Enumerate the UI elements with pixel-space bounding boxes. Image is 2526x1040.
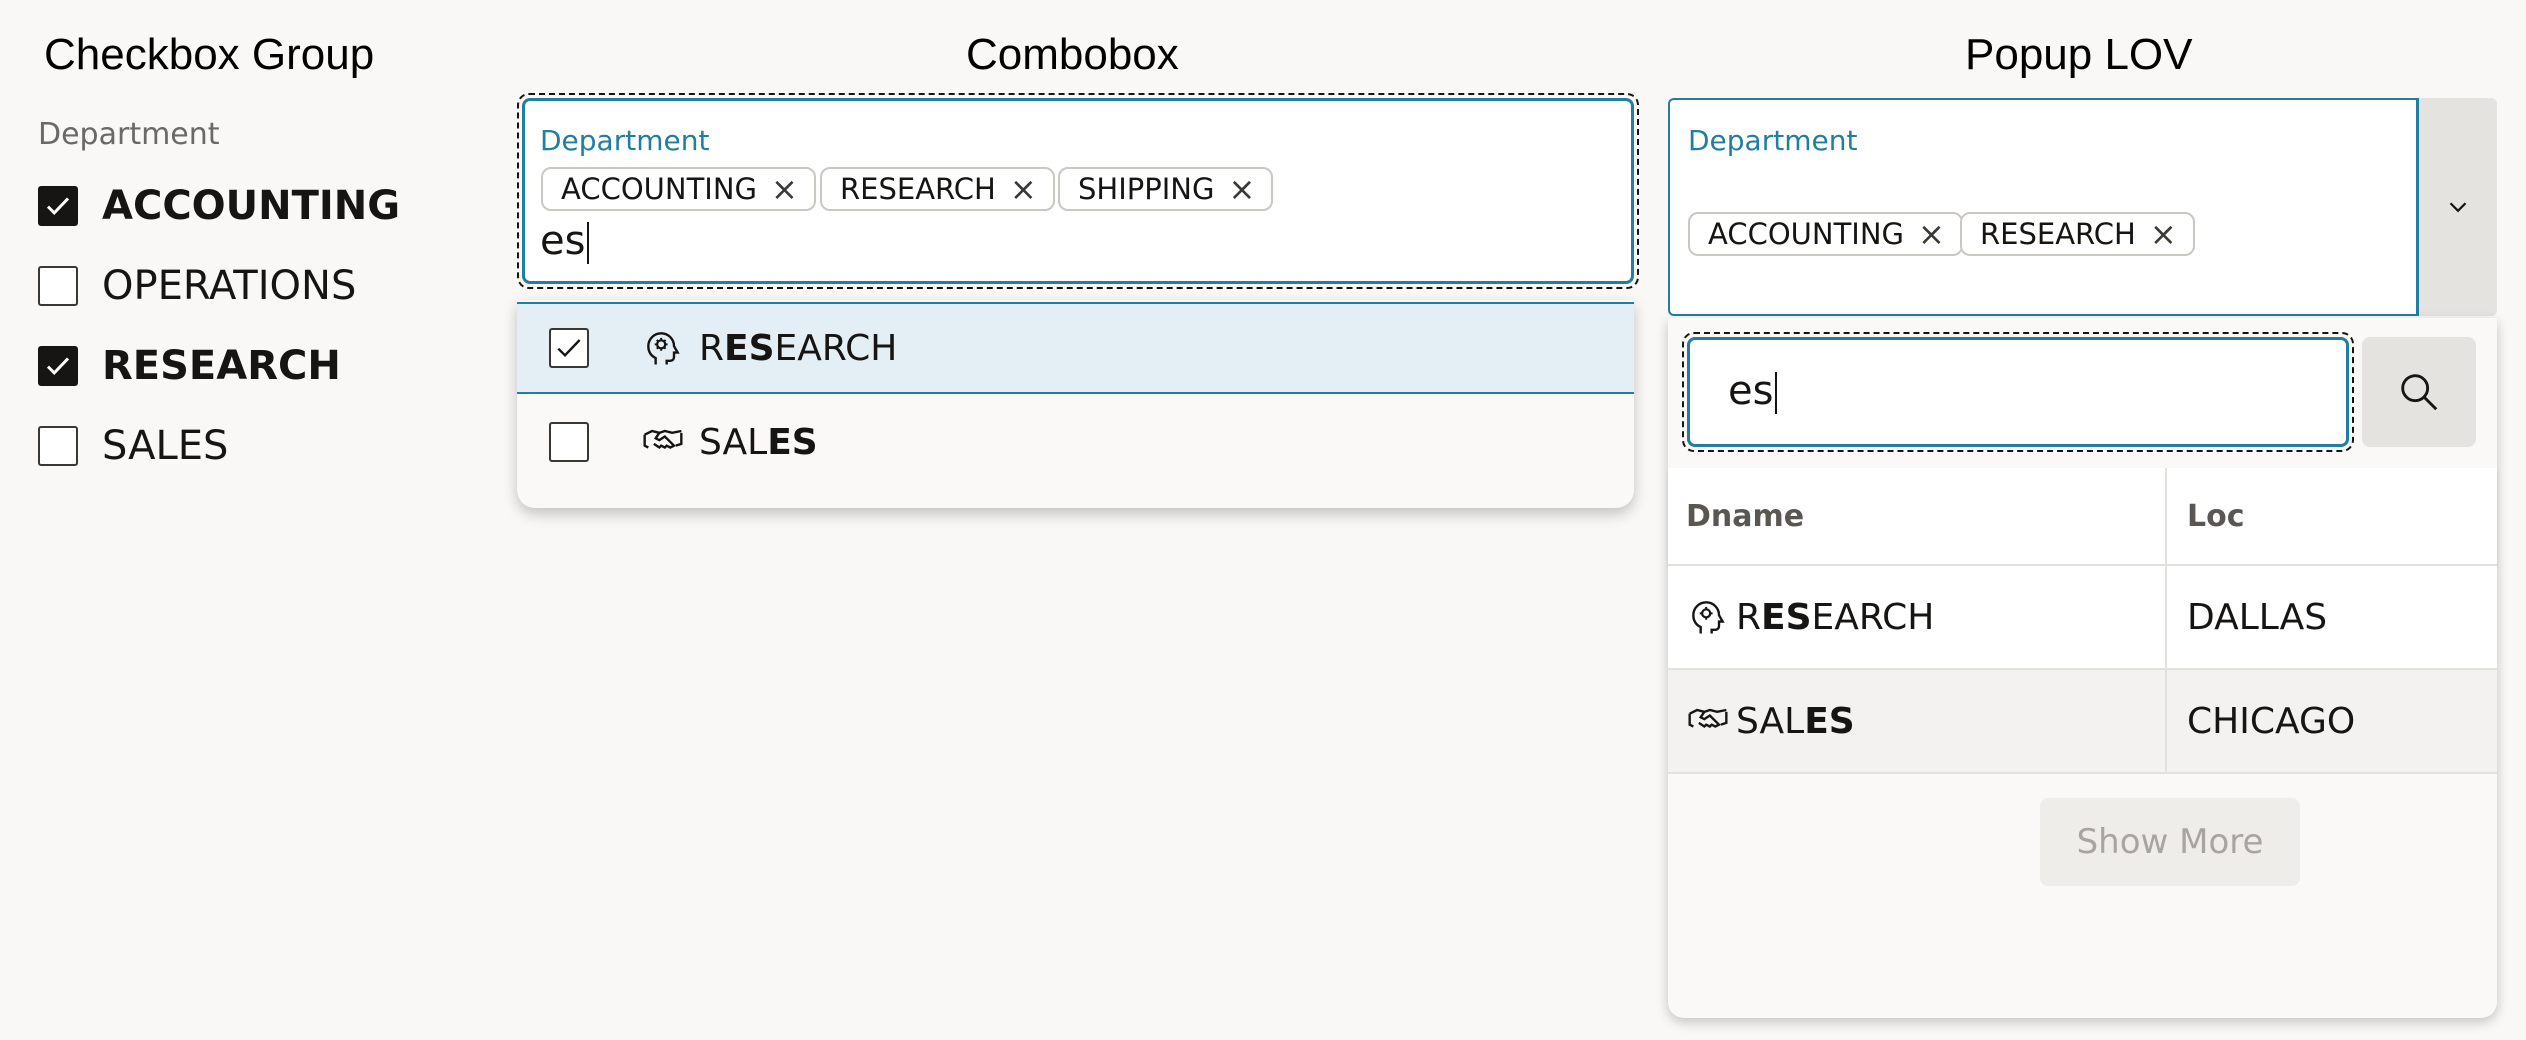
- combobox-chip-shipping[interactable]: SHIPPING ×: [1058, 167, 1274, 211]
- text-caret: [587, 222, 590, 264]
- combobox-input-value: es: [540, 218, 586, 264]
- table-cell-loc: CHICAGO: [2187, 700, 2356, 742]
- checkbox-label: RESEARCH: [102, 343, 341, 389]
- table-cell-dname: SAL ES: [1668, 670, 2167, 772]
- chip-label: ACCOUNTING: [1708, 217, 1905, 251]
- checkbox-accounting[interactable]: ACCOUNTING: [38, 176, 400, 236]
- table-header-row: Dname Loc: [1668, 468, 2497, 566]
- checkbox-checked-icon[interactable]: [38, 346, 78, 386]
- text-caret: [1775, 372, 1778, 414]
- checkbox-operations[interactable]: OPERATIONS: [38, 256, 356, 316]
- option-checkbox-checked-icon[interactable]: [549, 328, 589, 368]
- chip-remove-icon[interactable]: ×: [1228, 173, 1255, 205]
- chip-label: RESEARCH: [1980, 217, 2136, 251]
- popup-lov-search-text: es: [1728, 368, 1778, 414]
- checkbox-group-title: Checkbox Group: [44, 30, 375, 79]
- chip-remove-icon[interactable]: ×: [2150, 218, 2177, 250]
- option-checkbox-unchecked-icon[interactable]: [549, 422, 589, 462]
- popup-lov-search-input[interactable]: [1687, 337, 2349, 447]
- popup-lov-toggle-button[interactable]: [2419, 98, 2497, 316]
- table-row[interactable]: SAL ES CHICAGO: [1668, 670, 2497, 774]
- option-label: RESEARCH: [699, 327, 898, 369]
- combobox-option-research[interactable]: RESEARCH: [517, 302, 1634, 394]
- combobox-chip-research[interactable]: RESEARCH ×: [820, 167, 1055, 211]
- popup-lov-search-button[interactable]: [2362, 337, 2476, 447]
- checkbox-unchecked-icon[interactable]: [38, 426, 78, 466]
- chip-label: ACCOUNTING: [561, 172, 758, 206]
- combobox-title: Combobox: [966, 30, 1179, 79]
- checkbox-checked-icon[interactable]: [38, 186, 78, 226]
- table-row[interactable]: R ES EARCH DALLAS: [1668, 566, 2497, 670]
- brain-head-icon: [647, 332, 680, 365]
- handshake-icon: [643, 429, 683, 450]
- popup-lov-chip-research[interactable]: RESEARCH ×: [1960, 212, 2195, 256]
- combobox-label: Department: [540, 124, 710, 157]
- brain-head-icon: [1692, 601, 1725, 634]
- chevron-down-icon: [2449, 202, 2467, 213]
- chip-remove-icon[interactable]: ×: [1918, 218, 1945, 250]
- chip-remove-icon[interactable]: ×: [1010, 173, 1037, 205]
- option-label: SALES: [699, 421, 818, 463]
- popup-lov-label: Department: [1688, 124, 1858, 157]
- search-icon: [2401, 374, 2438, 411]
- chip-label: RESEARCH: [840, 172, 996, 206]
- combobox-dropdown: RESEARCH SALES: [517, 300, 1634, 508]
- checkbox-sales[interactable]: SALES: [38, 416, 228, 476]
- checkbox-group-label: Department: [38, 117, 220, 152]
- combobox-input[interactable]: es: [540, 218, 590, 264]
- column-header-loc[interactable]: Loc: [2167, 468, 2497, 564]
- checkbox-label: ACCOUNTING: [102, 183, 401, 229]
- popup-lov-title: Popup LOV: [1965, 30, 2193, 79]
- chip-remove-icon[interactable]: ×: [771, 173, 798, 205]
- search-value: es: [1728, 368, 1774, 414]
- show-more-button[interactable]: Show More: [2040, 798, 2300, 886]
- popup-lov-chip-accounting[interactable]: ACCOUNTING ×: [1688, 212, 1963, 256]
- combobox-chip-accounting[interactable]: ACCOUNTING ×: [541, 167, 816, 211]
- table-cell-dname: R ES EARCH: [1668, 566, 2167, 668]
- table-cell-loc: DALLAS: [2187, 596, 2328, 638]
- checkbox-research[interactable]: RESEARCH: [38, 336, 341, 396]
- checkbox-unchecked-icon[interactable]: [38, 266, 78, 306]
- combobox-option-sales[interactable]: SALES: [517, 396, 1634, 488]
- column-header-dname[interactable]: Dname: [1668, 468, 2167, 564]
- checkbox-label: SALES: [102, 423, 229, 469]
- chip-label: SHIPPING: [1078, 172, 1215, 206]
- checkbox-label: OPERATIONS: [102, 263, 357, 309]
- handshake-icon: [1688, 708, 1728, 729]
